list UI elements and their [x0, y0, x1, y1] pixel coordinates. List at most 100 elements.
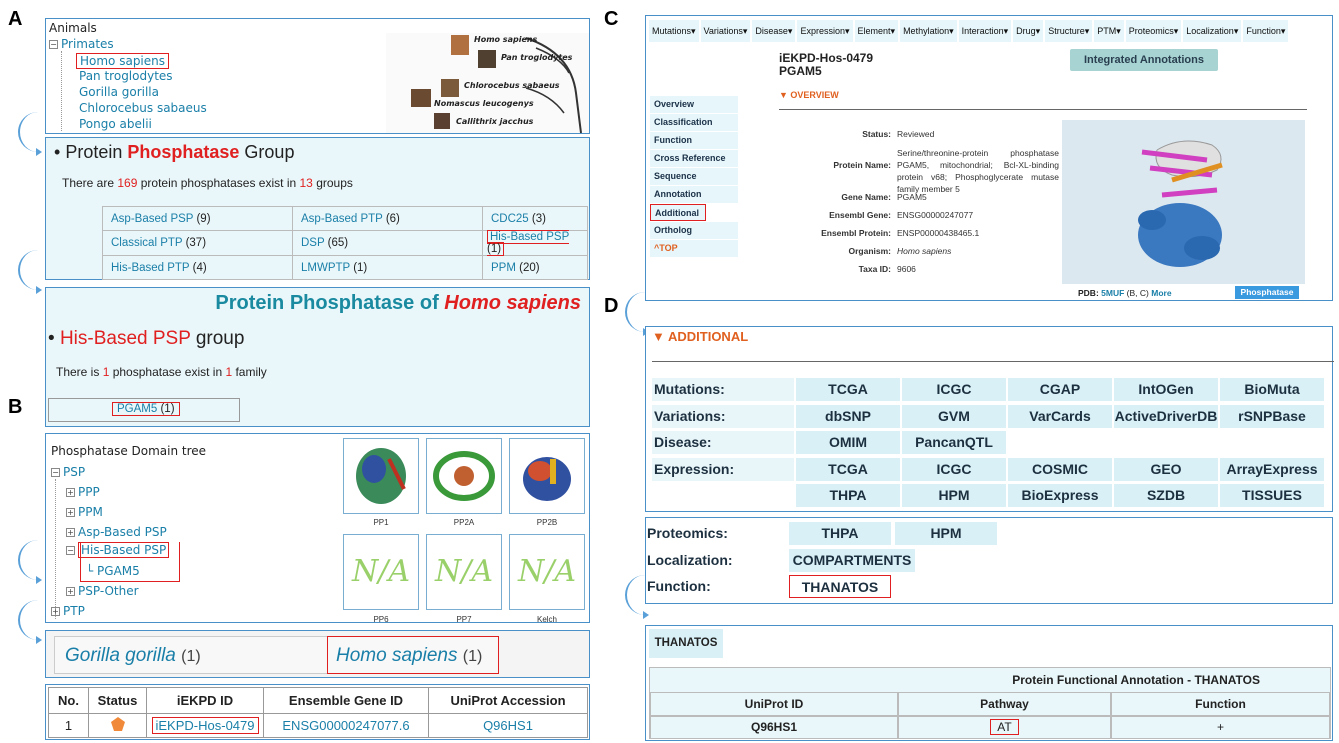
resource-link[interactable]: OMIM: [796, 431, 900, 454]
collapse-icon[interactable]: −: [51, 468, 60, 477]
tab-thanatos[interactable]: THANATOS: [649, 629, 723, 658]
gene-id-link[interactable]: ENSG00000247077.6: [263, 713, 429, 738]
expand-icon[interactable]: +: [66, 587, 75, 596]
menu-proteomics[interactable]: Proteomics▾: [1125, 20, 1182, 42]
tab-homo-sapiens[interactable]: Homo sapiens (1): [327, 636, 499, 674]
tab-gorilla[interactable]: Gorilla gorilla (1): [54, 636, 328, 674]
tree-node-asp-psp[interactable]: + Asp-Based PSP: [66, 525, 167, 539]
side-ortholog[interactable]: Ortholog: [650, 222, 738, 239]
expand-icon[interactable]: +: [66, 508, 75, 517]
group-cell[interactable]: Asp-Based PSP (9): [102, 206, 293, 231]
tree-leaf-pgam5[interactable]: └ PGAM5: [86, 564, 140, 578]
tree-node-ppp[interactable]: + PPP: [66, 485, 100, 499]
group-cell[interactable]: Classical PTP (37): [102, 230, 293, 256]
pdb-more-link[interactable]: More: [1151, 288, 1171, 298]
resource-link[interactable]: HPM: [902, 484, 1006, 507]
tree-item-pan-troglodytes[interactable]: Pan troglodytes: [79, 69, 173, 83]
species-group-heading: • His-Based PSP group: [48, 328, 245, 349]
pdb-link[interactable]: 5MUF: [1101, 288, 1124, 298]
menu-function[interactable]: Function▾: [1243, 20, 1289, 42]
uniprot-link[interactable]: Q96HS1: [428, 713, 588, 738]
resource-link[interactable]: THANATOS: [789, 575, 891, 598]
resource-link[interactable]: COMPARTMENTS: [789, 548, 915, 572]
tree-item-homo-sapiens[interactable]: Homo sapiens: [76, 53, 170, 69]
resource-link[interactable]: TCGA: [796, 378, 900, 401]
menu-methylation[interactable]: Methylation▾: [900, 20, 957, 42]
structure-thumb-pp1[interactable]: [343, 438, 419, 514]
menu-drug[interactable]: Drug▾: [1013, 20, 1044, 42]
tree-node-psp[interactable]: − PSP: [51, 465, 85, 479]
menu-mutations[interactable]: Mutations▾: [649, 20, 699, 42]
menu-localization[interactable]: Localization▾: [1183, 20, 1242, 42]
resource-link[interactable]: GEO: [1114, 457, 1218, 481]
menu-variations[interactable]: Variations▾: [700, 20, 751, 42]
resource-link[interactable]: ArrayExpress: [1220, 457, 1324, 481]
expand-icon[interactable]: +: [66, 488, 75, 497]
resource-link[interactable]: PancanQTL: [902, 431, 1006, 454]
protein-structure-icon: [523, 457, 571, 501]
side-overview[interactable]: Overview: [650, 96, 738, 113]
menu-element[interactable]: Element▾: [854, 20, 899, 42]
resource-link[interactable]: BioExpress: [1008, 484, 1112, 507]
structure-thumb-pp2a[interactable]: [426, 438, 502, 514]
group-cell-his-based-psp[interactable]: His-Based PSP (1): [482, 230, 588, 256]
pdb-structure-viewer[interactable]: [1062, 120, 1305, 284]
field-value: Serine/threonine-protein phosphatase PGA…: [897, 148, 1059, 194]
group-cell[interactable]: His-Based PTP (4): [102, 255, 293, 280]
side-classification[interactable]: Classification: [650, 114, 738, 131]
resource-link[interactable]: BioMuta: [1220, 378, 1324, 401]
column-header: No.: [48, 687, 89, 714]
menu-disease[interactable]: Disease▾: [752, 20, 796, 42]
resource-link[interactable]: ICGC: [902, 457, 1006, 481]
side-sequence[interactable]: Sequence: [650, 168, 738, 185]
resource-link[interactable]: GVM: [902, 404, 1006, 428]
resource-link[interactable]: COSMIC: [1008, 457, 1112, 481]
group-cell[interactable]: LMWPTP (1): [292, 255, 483, 280]
side-cross-reference[interactable]: Cross Reference: [650, 150, 738, 167]
resource-link[interactable]: HPM: [895, 522, 997, 545]
tree-item-gorilla-gorilla[interactable]: Gorilla gorilla: [79, 85, 159, 99]
group-cell[interactable]: PPM (20): [482, 255, 588, 280]
tree-node-primates[interactable]: − Primates: [49, 37, 114, 51]
collapse-icon[interactable]: −: [66, 546, 75, 555]
side-additional[interactable]: Additional: [650, 204, 706, 221]
tree-node-psp-other[interactable]: + PSP-Other: [66, 584, 139, 598]
resource-link[interactable]: rSNPBase: [1220, 404, 1324, 428]
resource-link[interactable]: ActiveDriverDB: [1114, 404, 1218, 428]
iekpd-id-cell[interactable]: iEKPD-Hos-0479: [146, 713, 264, 738]
resource-link[interactable]: THPA: [789, 522, 891, 545]
menu-ptm[interactable]: PTM▾: [1094, 20, 1124, 42]
tree-node-ppm[interactable]: + PPM: [66, 505, 103, 519]
field-value: PGAM5: [897, 192, 927, 202]
menu-expression[interactable]: Expression▾: [797, 20, 853, 42]
side-top[interactable]: ^TOP: [650, 240, 738, 257]
expand-icon[interactable]: +: [51, 607, 60, 616]
side-annotation[interactable]: Annotation: [650, 186, 738, 203]
group-cell[interactable]: DSP (65): [292, 230, 483, 256]
side-function[interactable]: Function: [650, 132, 738, 149]
divider: [779, 109, 1307, 110]
structure-thumb-pp2b[interactable]: [509, 438, 585, 514]
resource-link[interactable]: TCGA: [796, 457, 900, 481]
resource-link[interactable]: SZDB: [1114, 484, 1218, 507]
resource-link[interactable]: dbSNP: [796, 404, 900, 428]
resource-link[interactable]: IntOGen: [1114, 378, 1218, 401]
menu-structure[interactable]: Structure▾: [1045, 20, 1093, 42]
thumb-label: Kelch: [536, 615, 557, 624]
resource-link[interactable]: THPA: [796, 484, 900, 507]
group-cell[interactable]: Asp-Based PTP (6): [292, 206, 483, 231]
family-link-pgam5[interactable]: PGAM5 (1): [112, 402, 180, 416]
tree-item-chlorocebus[interactable]: Chlorocebus sabaeus: [79, 101, 207, 115]
expand-icon[interactable]: +: [66, 528, 75, 537]
resource-link[interactable]: ICGC: [902, 378, 1006, 401]
integrated-annotations-button[interactable]: Integrated Annotations: [1070, 49, 1218, 71]
resource-link[interactable]: CGAP: [1008, 378, 1112, 401]
collapse-icon[interactable]: −: [49, 40, 58, 49]
group-cell[interactable]: CDC25 (3): [482, 206, 588, 231]
tree-node-ptp[interactable]: + PTP: [51, 604, 85, 618]
field-label: Gene Name:: [841, 192, 891, 202]
resource-link[interactable]: VarCards: [1008, 404, 1112, 428]
resource-link[interactable]: TISSUES: [1220, 484, 1324, 507]
menu-interaction[interactable]: Interaction▾: [958, 20, 1012, 42]
tree-item-pongo-abelii[interactable]: Pongo abelii: [79, 117, 152, 131]
